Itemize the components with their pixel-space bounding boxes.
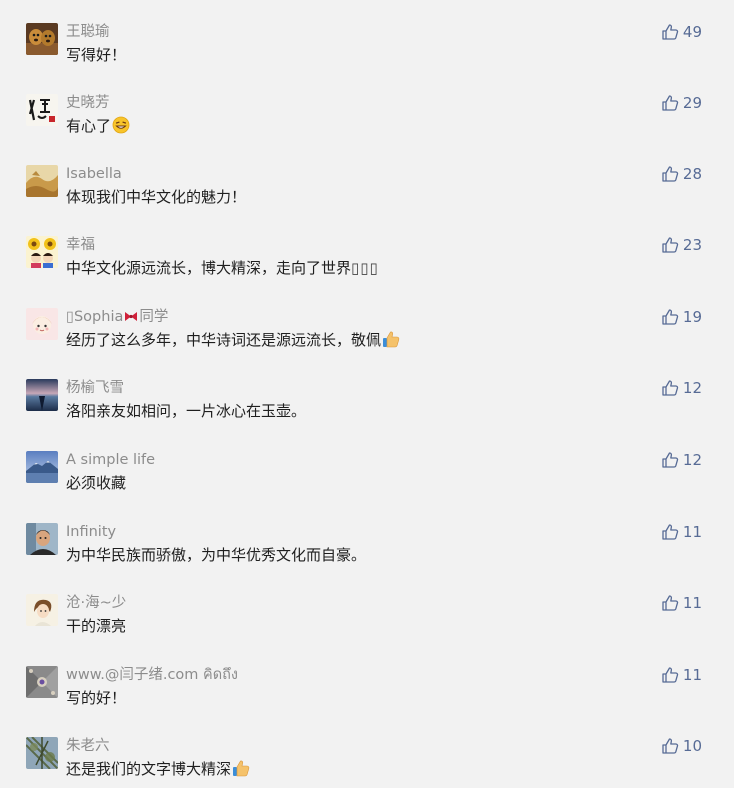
comment-content: 还是我们的文字博大精深 <box>66 758 250 780</box>
like-count: 12 <box>682 451 702 469</box>
like-button[interactable]: 29 <box>661 94 702 112</box>
comment-text: 还是我们的文字博大精深 <box>66 760 232 778</box>
comment-author[interactable]: A simple life <box>66 451 155 469</box>
thumbs-up-icon <box>661 236 679 254</box>
like-button[interactable]: 23 <box>661 236 702 254</box>
like-count: 49 <box>682 23 702 41</box>
comment-text: 中华文化源远流长，博大精深，走向了世界 <box>66 259 352 277</box>
thumbs-up-icon <box>661 737 679 755</box>
pattern-avatar-icon[interactable] <box>26 666 58 698</box>
comment-text: 有心了 <box>66 117 112 135</box>
comment-author[interactable]: 沧·海~少 <box>66 594 126 612</box>
comment-author[interactable]: 朱老六 <box>66 737 110 755</box>
mountain-avatar-icon[interactable] <box>26 451 58 483</box>
comment-content: 干的漂亮 <box>66 617 127 635</box>
comment-item: Infinity 为中华民族而骄傲，为中华优秀文化而自豪。 11 <box>0 523 734 585</box>
comment-content: 有心了 <box>66 115 130 137</box>
comment-author[interactable]: 幸福 <box>66 236 95 254</box>
thumbs-up-emoji-icon <box>232 759 250 777</box>
comment-item: A simple life 必须收藏 12 <box>0 451 734 513</box>
like-button[interactable]: 10 <box>661 737 702 755</box>
comment-content: 写得好！ <box>66 46 127 64</box>
grinning-emoji-icon <box>112 116 130 134</box>
thumbs-up-icon <box>661 379 679 397</box>
comment-author[interactable]: Infinity <box>66 523 116 541</box>
like-count: 11 <box>682 594 702 612</box>
comment-author[interactable]: 王聪瑜 <box>66 23 110 41</box>
comment-author[interactable]: 杨榆飞雪 <box>66 379 124 397</box>
thumbs-up-icon <box>661 451 679 469</box>
like-count: 23 <box>682 236 702 254</box>
lake-avatar-icon[interactable] <box>26 379 58 411</box>
thumbs-up-icon <box>661 94 679 112</box>
cartoon-girl-avatar-icon[interactable] <box>26 308 58 340</box>
comment-item: ▯Sophia 同学 经历了这么多年，中华诗词还是源远流长，敬佩 19 <box>0 308 734 370</box>
thumbs-up-emoji-icon <box>382 330 400 348</box>
missing-glyphs: ▯▯▯ <box>351 259 379 277</box>
comment-item: 史晓芳 有心了 29 <box>0 94 734 156</box>
comment-content: 洛阳亲友如相问，一片冰心在玉壶。 <box>66 402 307 420</box>
comment-item: www.@闫子绪.com คิดถึง 写的好！ 11 <box>0 666 734 728</box>
author-suffix: 同学 <box>139 309 169 325</box>
author-name: ▯Sophia <box>66 309 124 325</box>
like-button[interactable]: 11 <box>661 666 702 684</box>
like-count: 12 <box>682 379 702 397</box>
comment-list: 王聪瑜 写得好！ 49 史晓芳 有心了 29 Isabella 体现我们中华文化… <box>0 0 734 788</box>
thumbs-up-icon <box>661 666 679 684</box>
thumbs-up-icon <box>661 23 679 41</box>
tree-avatar-icon[interactable] <box>26 737 58 769</box>
thumbs-up-icon <box>661 594 679 612</box>
comment-item: Isabella 体现我们中华文化的魅力！ 28 <box>0 165 734 227</box>
like-count: 11 <box>682 666 702 684</box>
like-button[interactable]: 11 <box>661 523 702 541</box>
like-count: 19 <box>682 308 702 326</box>
desert-avatar-icon[interactable] <box>26 165 58 197</box>
comment-item: 幸福 中华文化源远流长，博大精深，走向了世界▯▯▯ 23 <box>0 236 734 298</box>
comment-content: 体现我们中华文化的魅力！ <box>66 188 247 206</box>
comment-item: 王聪瑜 写得好！ 49 <box>0 23 734 85</box>
dogs-avatar-icon[interactable] <box>26 23 58 55</box>
comment-content: 写的好！ <box>66 689 127 707</box>
comment-text: 经历了这么多年，中华诗词还是源远流长，敬佩 <box>66 331 382 349</box>
comment-author[interactable]: ▯Sophia 同学 <box>66 308 168 326</box>
like-count: 11 <box>682 523 702 541</box>
thumbs-up-icon <box>661 308 679 326</box>
calligraphy-avatar-icon[interactable] <box>26 94 58 126</box>
thumbs-up-icon <box>661 523 679 541</box>
comment-content: 中华文化源远流长，博大精深，走向了世界▯▯▯ <box>66 257 379 279</box>
like-button[interactable]: 49 <box>661 23 702 41</box>
sunflower-avatar-icon[interactable] <box>26 236 58 268</box>
man-avatar-icon[interactable] <box>26 523 58 555</box>
like-button[interactable]: 19 <box>661 308 702 326</box>
red-bow-icon <box>124 309 138 321</box>
like-button[interactable]: 12 <box>661 379 702 397</box>
like-button[interactable]: 11 <box>661 594 702 612</box>
comment-author[interactable]: 史晓芳 <box>66 94 110 112</box>
comment-author[interactable]: Isabella <box>66 165 122 183</box>
like-count: 10 <box>682 737 702 755</box>
comment-author[interactable]: www.@闫子绪.com คิดถึง <box>66 666 238 684</box>
comment-content: 必须收藏 <box>66 474 127 492</box>
comment-item: 朱老六 还是我们的文字博大精深 10 <box>0 737 734 788</box>
like-button[interactable]: 28 <box>661 165 702 183</box>
like-button[interactable]: 12 <box>661 451 702 469</box>
comment-content: 经历了这么多年，中华诗词还是源远流长，敬佩 <box>66 329 400 351</box>
like-count: 28 <box>682 165 702 183</box>
comment-item: 杨榆飞雪 洛阳亲友如相问，一片冰心在玉壶。 12 <box>0 379 734 441</box>
girl-sketch-avatar-icon[interactable] <box>26 594 58 626</box>
like-count: 29 <box>682 94 702 112</box>
thumbs-up-icon <box>661 165 679 183</box>
comment-content: 为中华民族而骄傲，为中华优秀文化而自豪。 <box>66 546 367 564</box>
comment-item: 沧·海~少 干的漂亮 11 <box>0 594 734 656</box>
